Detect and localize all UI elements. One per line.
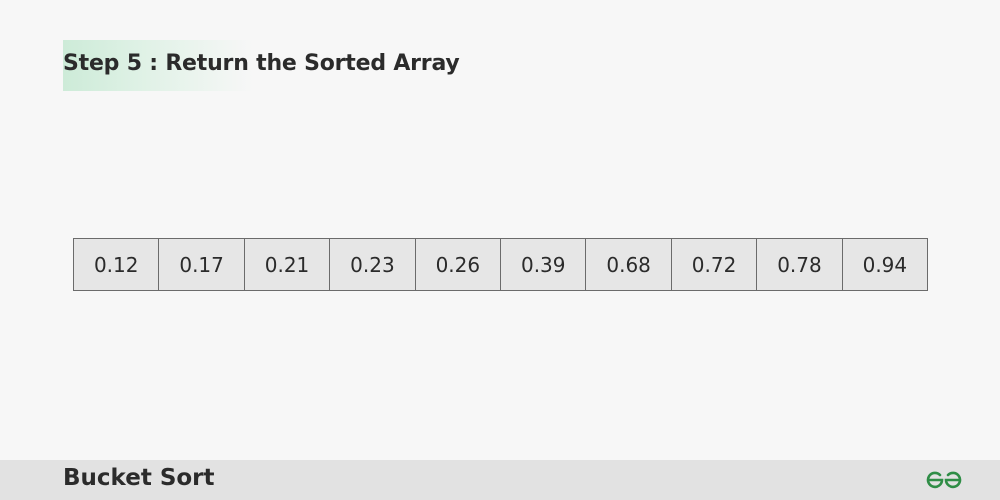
array-cell: 0.72 bbox=[672, 239, 758, 290]
array-cell: 0.26 bbox=[416, 239, 502, 290]
geeksforgeeks-logo-icon bbox=[926, 471, 962, 489]
footer-bar: Bucket Sort bbox=[0, 460, 1000, 500]
array-cell: 0.21 bbox=[245, 239, 331, 290]
array-cell: 0.12 bbox=[74, 239, 160, 290]
array-cell: 0.68 bbox=[586, 239, 672, 290]
array-cell: 0.17 bbox=[159, 239, 245, 290]
array-cell: 0.39 bbox=[501, 239, 587, 290]
sorted-array: 0.12 0.17 0.21 0.23 0.26 0.39 0.68 0.72 0.78 0.94 bbox=[73, 238, 928, 291]
step-heading: Step 5 : Return the Sorted Array bbox=[63, 51, 460, 76]
footer-title: Bucket Sort bbox=[63, 465, 215, 491]
array-cell: 0.23 bbox=[330, 239, 416, 290]
array-cell: 0.78 bbox=[757, 239, 843, 290]
array-cell: 0.94 bbox=[862, 252, 908, 277]
